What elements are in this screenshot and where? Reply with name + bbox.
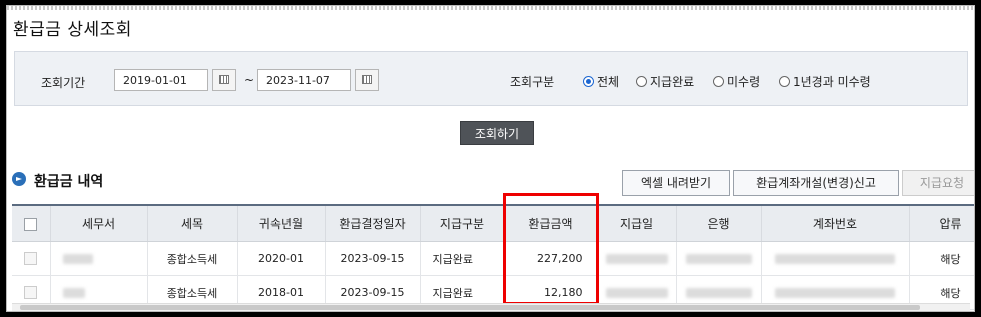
payment-request-button[interactable]: 지급요청 [902,170,974,196]
col-header: 세목 [147,204,238,242]
redacted-bank [685,254,752,264]
table-header: 세무서 세목 귀속년월 환급결정일자 지급구분 환급금액 지급일 은행 계좌번호… [12,204,974,242]
radio-unclaimed[interactable]: 미수령 [713,73,760,90]
start-date-input[interactable]: 2019-01-01 [114,69,208,91]
redacted-account [775,254,895,264]
radio-paid-label: 지급완료 [650,75,695,89]
section-arrow-icon [12,172,26,186]
col-header: 귀속년월 [237,204,326,242]
pay-date-cell [597,241,677,276]
calendar-icon [362,75,372,84]
payment-type-cell: 지급완료 [420,241,505,276]
row-checkbox[interactable] [24,252,38,266]
seizure-cell: 해당 [909,241,974,276]
account-cell [761,241,910,276]
end-date-input[interactable]: 2023-11-07 [257,69,351,91]
select-all-checkbox[interactable] [24,217,38,231]
scrollbar-thumb[interactable] [20,305,920,310]
row-checkbox[interactable] [24,286,38,300]
radio-unclaimed-label: 미수령 [727,75,761,89]
amount-highlight-box [503,193,599,305]
horizontal-scrollbar[interactable] [12,303,970,311]
radio-all-label: 전체 [597,75,620,89]
table-row[interactable]: 종합소득세 2020-01 2023-09-15 지급완료 227,200 해당 [12,241,974,276]
excel-download-button[interactable]: 엑셀 내려받기 [622,170,730,196]
radio-icon [636,76,647,87]
radio-year-unclaimed-label: 1년경과 미수령 [793,75,871,89]
redacted-account [775,288,895,298]
redacted-tax-office [62,254,93,264]
calendar-icon [219,75,229,84]
col-header: 환급결정일자 [325,204,421,242]
col-header: 계좌번호 [761,204,910,242]
period-cell: 2020-01 [237,241,326,276]
radio-icon [713,76,724,87]
end-calendar-button[interactable] [355,69,379,91]
radio-all[interactable]: 전체 [583,73,619,90]
redacted-pay-date [605,254,668,264]
col-header: 세무서 [50,204,148,242]
date-range-tilde: ~ [244,73,255,87]
page-title: 환급금 상세조회 [13,20,132,40]
decision-date-cell: 2023-09-15 [325,241,421,276]
radio-icon [779,76,790,87]
period-label: 조회기간 [41,76,86,90]
redacted-bank [685,288,752,298]
radio-year-unclaimed[interactable]: 1년경과 미수령 [779,73,871,90]
col-header: 지급구분 [420,204,505,242]
search-conditions: 조회기간 2019-01-01 ~ 2023-11-07 조회구분 전체 지급완… [14,51,968,106]
refund-detail-window: 환급금 상세조회 조회기간 2019-01-01 ~ 2023-11-07 조회… [6,5,975,312]
redacted-tax-office [62,288,85,298]
radio-paid[interactable]: 지급완료 [636,73,694,90]
redacted-pay-date [605,288,668,298]
radio-selected-icon [583,76,594,87]
search-button[interactable]: 조회하기 [460,121,534,145]
col-header: 압류 [909,204,974,242]
tax-item-cell: 종합소득세 [147,241,238,276]
section-title: 환급금 내역 [34,174,104,190]
type-label: 조회구분 [510,75,555,89]
select-all-header[interactable] [12,204,51,242]
col-header: 지급일 [597,204,677,242]
col-header: 은행 [676,204,762,242]
refund-table: 세무서 세목 귀속년월 환급결정일자 지급구분 환급금액 지급일 은행 계좌번호… [12,204,974,310]
tax-office-cell [50,241,148,276]
refund-account-button[interactable]: 환급계좌개설(변경)신고 [733,170,899,196]
start-calendar-button[interactable] [212,69,236,91]
bank-cell [676,241,762,276]
